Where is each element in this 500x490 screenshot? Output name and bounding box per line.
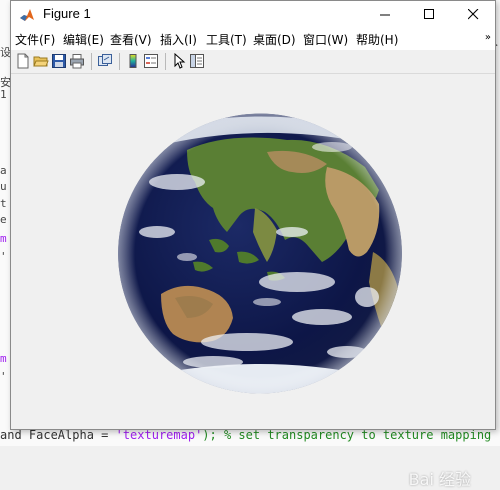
toolbar-separator [119,53,120,70]
background-code-text: and FaceAlpha = [0,428,116,442]
maximize-button[interactable] [407,1,451,28]
menu-view[interactable]: 查看(V) [110,31,152,48]
menu-window[interactable]: 窗口(W) [303,31,348,48]
toolbar-separator [91,53,92,70]
print-icon[interactable] [69,53,85,69]
background-text-fragment: ' [0,250,7,263]
property-inspector-icon[interactable] [189,53,205,69]
title-bar[interactable]: Figure 1 [11,1,495,28]
colorbar-icon[interactable] [125,53,141,69]
minimize-icon [379,14,390,16]
minimize-button[interactable] [363,1,407,28]
background-text-fragment: m [0,352,7,365]
legend-icon[interactable] [143,53,159,69]
menu-desktop[interactable]: 桌面(D) [253,31,296,48]
link-plot-icon[interactable] [97,53,113,69]
background-text-fragment: 设 [0,46,10,59]
figure-window: Figure 1 文件(F) 编辑(E) 查看(V) 插入(I) 工具(T) 桌… [10,0,496,489]
background-text-fragment: m [0,232,7,245]
menu-file[interactable]: 文件(F) [15,31,55,48]
save-icon[interactable] [51,53,67,69]
figure-canvas[interactable]: Bai 经验 [11,74,495,489]
menu-overflow-icon[interactable]: » [485,32,491,43]
menu-insert[interactable]: 插入(I) [160,31,197,48]
background-code-string: 'texturemap' [115,428,203,442]
watermark: Bai 经验 [408,470,471,489]
background-code-comment: ); % set transparency to texture mapping [202,428,492,442]
background-text-fragment: e [0,213,7,226]
background-text-fragment: t [0,197,7,210]
background-text-fragment: u [0,180,7,193]
edit-plot-arrow-icon[interactable] [171,53,187,69]
earth-globe[interactable] [117,112,403,395]
matlab-icon [20,9,34,21]
close-button[interactable] [451,1,495,28]
figure-toolbar [11,50,495,74]
background-text-fragment: 1 [0,88,7,101]
window-title: Figure 1 [43,6,91,21]
background-text-fragment: a [0,164,7,177]
menu-bar: 文件(F) 编辑(E) 查看(V) 插入(I) 工具(T) 桌面(D) 窗口(W… [11,28,495,50]
menu-edit[interactable]: 编辑(E) [63,31,104,48]
background-text-fragment: ' [0,370,7,383]
close-icon [467,9,478,20]
menu-tools[interactable]: 工具(T) [206,31,247,48]
menu-help[interactable]: 帮助(H) [356,31,398,48]
maximize-icon [423,9,434,19]
open-file-icon[interactable] [33,53,49,69]
new-figure-icon[interactable] [15,53,31,69]
toolbar-separator [165,53,166,70]
background-code-line: and FaceAlpha = 'texturemap'); % set tra… [0,428,500,446]
